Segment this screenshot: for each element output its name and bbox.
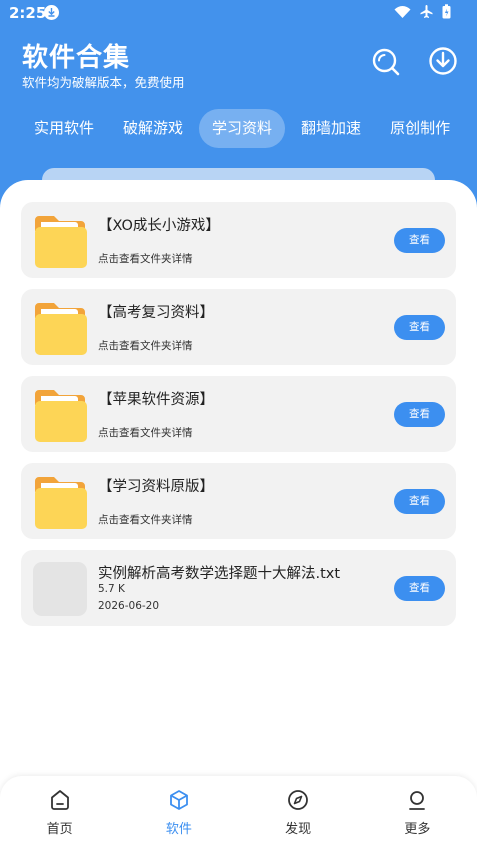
item-title: 【学习资料原版】 (98, 479, 214, 495)
tab-original-creations[interactable]: 原创制作 (377, 109, 463, 148)
status-time: 2:25 (9, 4, 47, 22)
search-button[interactable] (370, 46, 402, 78)
page-title: 软件合集 (22, 43, 131, 73)
bottom-navigation: 首页 软件 发现 更多 (0, 776, 477, 848)
item-subtitle: 点击查看文件夹详情 (98, 253, 193, 265)
download-notification-icon (44, 5, 59, 20)
category-tabs: 实用软件 破解游戏 学习资料 翻墙加速 原创制作 开車 (21, 109, 477, 148)
view-button[interactable]: 查看 (394, 576, 445, 601)
nav-home[interactable]: 首页 (0, 776, 119, 848)
tab-cracked-games[interactable]: 破解游戏 (110, 109, 196, 148)
nav-discover-label: 发现 (285, 822, 312, 837)
file-list: 【XO成长小游戏】 点击查看文件夹详情 查看 【高考复习资料】 点击查看文件夹详… (21, 202, 456, 637)
view-button[interactable]: 查看 (394, 489, 445, 514)
download-icon (429, 47, 457, 75)
cube-icon (169, 790, 188, 810)
view-button[interactable]: 查看 (394, 315, 445, 340)
nav-software[interactable]: 软件 (119, 776, 238, 848)
item-subtitle: 点击查看文件夹详情 (98, 340, 193, 352)
tab-study-materials[interactable]: 学习资料 (199, 109, 286, 148)
home-icon (50, 790, 69, 810)
nav-discover[interactable]: 发现 (239, 776, 358, 848)
item-subtitle: 点击查看文件夹详情 (98, 514, 193, 526)
item-file-size: 5.7 K (98, 583, 125, 595)
list-item[interactable]: 【高考复习资料】 点击查看文件夹详情 查看 (21, 289, 456, 365)
folder-icon (35, 216, 87, 268)
tab-practical-software[interactable]: 实用软件 (21, 109, 107, 148)
battery-icon (442, 4, 451, 23)
search-icon (372, 48, 400, 76)
compass-icon (288, 790, 309, 810)
nav-more[interactable]: 更多 (358, 776, 477, 848)
airplane-icon (419, 4, 434, 23)
nav-home-label: 首页 (46, 822, 73, 837)
nav-software-label: 软件 (165, 822, 192, 837)
wifi-icon (394, 4, 411, 23)
list-item[interactable]: 【苹果软件资源】 点击查看文件夹详情 查看 (21, 376, 456, 452)
folder-icon (35, 303, 87, 355)
folder-icon (35, 477, 87, 529)
list-item[interactable]: 【学习资料原版】 点击查看文件夹详情 查看 (21, 463, 456, 539)
list-item[interactable]: 【XO成长小游戏】 点击查看文件夹详情 查看 (21, 202, 456, 278)
tab-more-partial[interactable]: 开車 (466, 109, 477, 148)
list-item[interactable]: 实例解析高考数学选择题十大解法.txt 5.7 K 2026-06-20 查看 (21, 550, 456, 626)
item-title: 【XO成长小游戏】 (98, 218, 220, 234)
item-subtitle: 点击查看文件夹详情 (98, 427, 193, 439)
view-button[interactable]: 查看 (394, 402, 445, 427)
status-bar: 2:25 (0, 0, 477, 28)
folder-icon (35, 390, 87, 442)
user-icon (409, 791, 426, 810)
item-title: 【苹果软件资源】 (98, 392, 214, 408)
page-subtitle: 软件均为破解版本，免费使用 (22, 75, 185, 90)
item-date: 2026-06-20 (98, 600, 160, 612)
item-title: 【高考复习资料】 (98, 305, 214, 321)
item-title: 实例解析高考数学选择题十大解法.txt (98, 566, 341, 582)
file-icon (33, 562, 87, 616)
nav-more-label: 更多 (404, 822, 431, 837)
tab-vpn-acceleration[interactable]: 翻墙加速 (288, 109, 374, 148)
download-button[interactable] (427, 45, 459, 77)
view-button[interactable]: 查看 (394, 228, 445, 253)
